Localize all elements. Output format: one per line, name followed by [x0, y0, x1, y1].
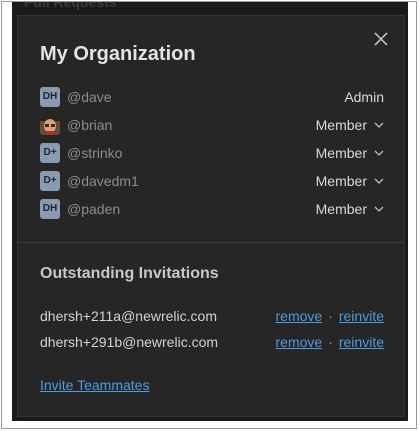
member-row: DH @paden Member [40, 196, 384, 224]
member-role-label: Member [315, 201, 367, 217]
app-backdrop: Pull Requests My Organization DH @dave A… [12, 2, 408, 421]
invitations-heading: Outstanding Invitations [40, 265, 219, 282]
member-role-label: Member [315, 145, 367, 161]
member-row: @brian Member [40, 112, 384, 140]
member-username: @strinko [67, 145, 123, 161]
chevron-down-icon [374, 150, 384, 156]
close-icon[interactable] [372, 30, 390, 48]
avatar: DH [40, 199, 60, 219]
avatar: D+ [40, 171, 60, 191]
background-heading: Pull Requests [24, 2, 117, 10]
remove-link[interactable]: remove [276, 334, 323, 350]
window-frame: Pull Requests My Organization DH @dave A… [1, 1, 417, 429]
invitation-email: dhersh+211a@newrelic.com [40, 308, 217, 324]
invitation-email: dhersh+291b@newrelic.com [40, 334, 219, 350]
action-separator: · [328, 308, 333, 324]
chevron-down-icon [374, 206, 384, 212]
invitation-actions: remove · reinvite [276, 307, 385, 325]
dialog-title: My Organization [40, 43, 196, 65]
member-row: D+ @davedm1 Member [40, 168, 384, 196]
member-role-label: Member [315, 117, 367, 133]
organization-dialog: My Organization DH @dave Admin @brian Me… [17, 15, 405, 417]
invitation-row: dhersh+211a@newrelic.com remove · reinvite [40, 305, 384, 331]
member-row: DH @dave Admin [40, 84, 384, 112]
role-dropdown[interactable]: Member [316, 199, 384, 219]
member-username: @davedm1 [67, 173, 139, 189]
invitation-actions: remove · reinvite [276, 333, 385, 351]
role-dropdown[interactable]: Member [316, 115, 384, 135]
invitation-row: dhersh+291b@newrelic.com remove · reinvite [40, 331, 384, 357]
avatar [40, 115, 60, 135]
member-row: D+ @strinko Member [40, 140, 384, 168]
chevron-down-icon [374, 178, 384, 184]
avatar: DH [40, 87, 60, 107]
avatar: D+ [40, 143, 60, 163]
remove-link[interactable]: remove [276, 308, 323, 324]
avatar-photo-icon [40, 115, 60, 135]
member-role-label: Admin [344, 89, 384, 105]
section-divider [18, 242, 404, 243]
member-username: @dave [67, 89, 112, 105]
member-list: DH @dave Admin @brian Member D+ @strinko… [40, 84, 384, 224]
role-dropdown[interactable]: Member [316, 143, 384, 163]
member-username: @brian [67, 117, 113, 133]
member-role-label: Member [315, 173, 367, 189]
chevron-down-icon [374, 122, 384, 128]
member-username: @paden [67, 201, 121, 217]
reinvite-link[interactable]: reinvite [339, 334, 384, 350]
action-separator: · [328, 334, 333, 350]
invite-teammates-link[interactable]: Invite Teammates [40, 376, 149, 394]
invitation-list: dhersh+211a@newrelic.com remove · reinvite… [40, 305, 384, 357]
reinvite-link[interactable]: reinvite [339, 308, 384, 324]
member-role: Admin [344, 87, 384, 107]
role-dropdown[interactable]: Member [316, 171, 384, 191]
